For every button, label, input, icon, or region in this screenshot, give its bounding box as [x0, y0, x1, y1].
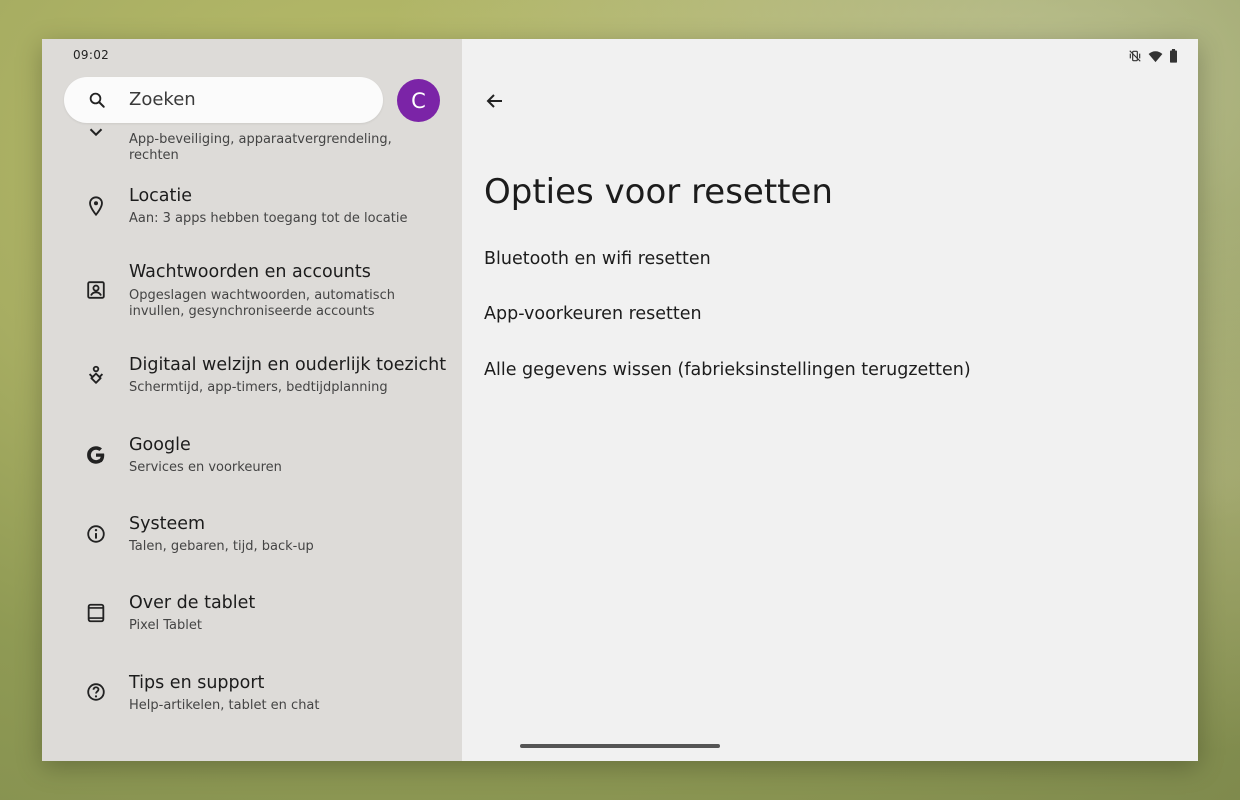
battery-icon: [1169, 49, 1178, 63]
avatar-initial: C: [411, 88, 426, 113]
sidebar-item-subtitle: Services en voorkeuren: [129, 460, 282, 475]
sidebar-item-title: Tips en support: [129, 673, 265, 693]
option-factory-reset[interactable]: Alle gegevens wissen (fabrieksinstelling…: [484, 360, 971, 380]
chevron-down-icon: [85, 121, 107, 143]
sidebar-item-title: Systeem: [129, 514, 206, 534]
account-avatar[interactable]: C: [397, 79, 440, 122]
sidebar-item-subtitle: Aan: 3 apps hebben toegang tot de locati…: [129, 211, 408, 226]
settings-sidebar: 09:02 App-beveiliging, apparaatvergrende…: [42, 39, 462, 761]
wifi-icon: [1148, 50, 1163, 63]
location-pin-icon: [85, 195, 107, 217]
vibrate-off-icon: [1128, 49, 1142, 63]
status-icons: [1128, 49, 1178, 63]
wellbeing-icon: [85, 364, 107, 386]
sidebar-item-subtitle: Help-artikelen, tablet en chat: [129, 698, 320, 713]
gesture-handle[interactable]: [520, 744, 720, 748]
sidebar-item-subtitle: Pixel Tablet: [129, 618, 202, 633]
page-title: Opties voor resetten: [484, 172, 833, 212]
help-icon: [85, 681, 107, 703]
google-icon: [85, 444, 107, 466]
back-arrow-icon[interactable]: [483, 89, 507, 113]
sidebar-item-title: Over de tablet: [129, 593, 256, 613]
search-icon: [88, 91, 106, 109]
sidebar-item-subtitle: Schermtijd, app-timers, bedtijdplanning: [129, 380, 388, 395]
sidebar-item-subtitle: Opgeslagen wachtwoorden, automatisch inv…: [129, 288, 395, 319]
sidebar-item-tips-support[interactable]: Tips en support Help-artikelen, tablet e…: [42, 672, 462, 722]
search-input[interactable]: Zoeken: [64, 77, 383, 123]
account-box-icon: [85, 279, 107, 301]
search-placeholder: Zoeken: [129, 89, 196, 110]
sidebar-item-system[interactable]: Systeem Talen, gebaren, tijd, back-up: [42, 513, 462, 563]
option-reset-app-preferences[interactable]: App-voorkeuren resetten: [484, 304, 702, 324]
sidebar-item-google[interactable]: Google Services en voorkeuren: [42, 433, 462, 483]
sidebar-item-subtitle: App-beveiliging, apparaatvergrendeling, …: [129, 132, 392, 163]
sidebar-item-about-tablet[interactable]: Over de tablet Pixel Tablet: [42, 592, 462, 642]
sidebar-item-title: Google: [129, 435, 191, 455]
sidebar-item-digital-wellbeing[interactable]: Digitaal welzijn en ouderlijk toezicht S…: [42, 353, 462, 403]
info-icon: [85, 523, 107, 545]
tablet-screen: 09:02 App-beveiliging, apparaatvergrende…: [42, 39, 1198, 761]
sidebar-item-title: Locatie: [129, 186, 192, 206]
sidebar-item-subtitle: Talen, gebaren, tijd, back-up: [129, 539, 314, 554]
sidebar-item-title: Digitaal welzijn en ouderlijk toezicht: [129, 355, 447, 375]
reset-options-page: Opties voor resetten Bluetooth en wifi r…: [462, 39, 1198, 761]
sidebar-item-passwords-accounts[interactable]: Wachtwoorden en accounts Opgeslagen wach…: [42, 261, 462, 321]
sidebar-item-title: Wachtwoorden en accounts: [129, 262, 371, 282]
status-time: 09:02: [73, 48, 110, 62]
option-reset-bluetooth-wifi[interactable]: Bluetooth en wifi resetten: [484, 249, 711, 269]
tablet-icon: [85, 602, 107, 624]
sidebar-item-location[interactable]: Locatie Aan: 3 apps hebben toegang tot d…: [42, 184, 462, 234]
